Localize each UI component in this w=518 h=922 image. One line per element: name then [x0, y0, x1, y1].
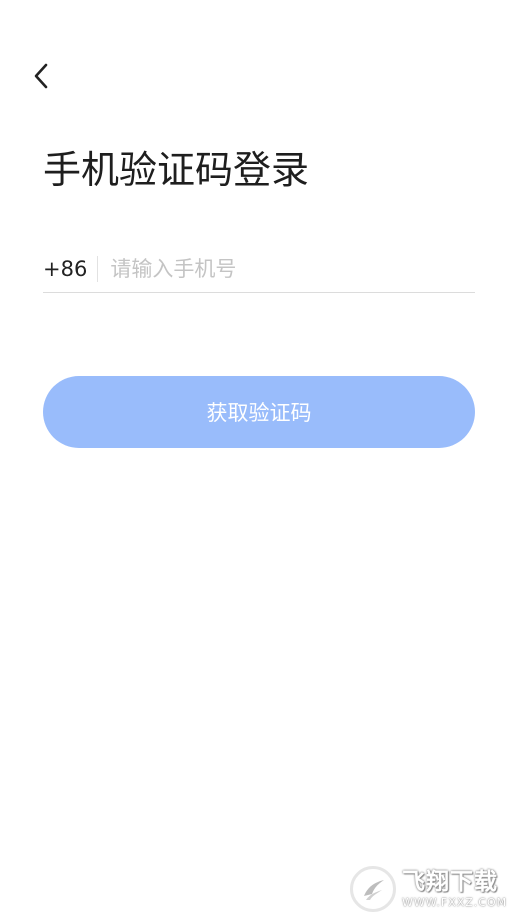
back-button[interactable]	[26, 58, 56, 94]
chevron-left-icon	[34, 63, 48, 89]
watermark-logo	[350, 866, 396, 912]
watermark-name: 飞翔下载	[402, 868, 498, 895]
phone-field-row: +86	[43, 246, 475, 293]
field-divider	[97, 256, 99, 282]
country-code[interactable]: +86	[43, 256, 97, 282]
watermark-url: WWW.FXXZ.COM	[402, 895, 508, 909]
page-title: 手机验证码登录	[43, 148, 310, 192]
phone-input[interactable]	[110, 249, 475, 289]
watermark: 飞翔下载 WWW.FXXZ.COM	[350, 862, 512, 916]
watermark-logo-icon	[364, 880, 384, 900]
get-code-button[interactable]: 获取验证码	[43, 376, 475, 448]
